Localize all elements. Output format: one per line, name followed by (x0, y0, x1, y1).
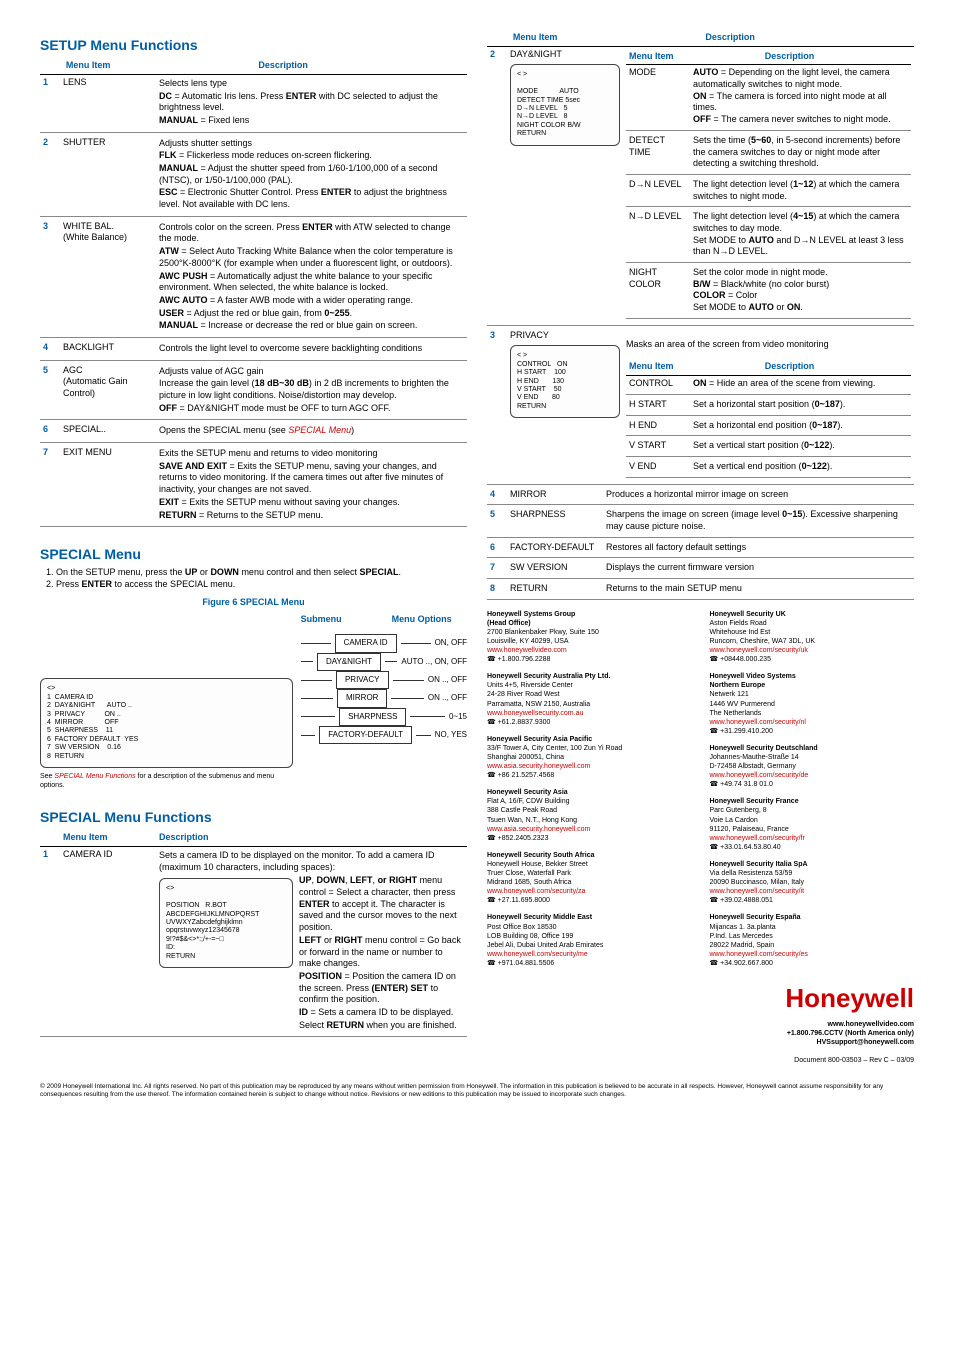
diagram-note: See SPECIAL Menu Functions for a descrip… (40, 772, 293, 790)
daynight-label: DAY&NIGHT (510, 49, 562, 59)
special-menu-diagram: <>1 CAMERA ID2 DAY&NIGHT AUTO ..3 PRIVAC… (40, 614, 467, 790)
honeywell-logo: Honeywell (487, 982, 914, 1016)
figure-caption: Figure 6 SPECIAL Menu (40, 597, 467, 609)
osd-camera-id: <>POSITION R.BOTABCDEFGHIJKLMNOPQRSTUVWX… (159, 878, 293, 968)
th-desc-r: Description (702, 30, 914, 46)
special-menu-heading: SPECIAL Menu (40, 545, 467, 563)
footer-links: www.honeywellvideo.com +1.800.796.CCTV (… (487, 1020, 914, 1065)
options-header: Menu Options (392, 614, 452, 626)
osd-daynight: < >MODE AUTODETECT TIME 5secD→N LEVEL 5N… (510, 64, 620, 145)
contacts: Honeywell Systems Group(Head Office)2700… (487, 610, 914, 976)
row-num: 1 (40, 847, 60, 1035)
setup-table: Menu ItemDescription (40, 58, 467, 75)
right-header: Menu ItemDescription (487, 30, 914, 47)
th-mi: Menu Item (60, 830, 156, 846)
step-2: Press ENTER to access the SPECIAL menu. (56, 579, 467, 591)
copyright: © 2009 Honeywell International Inc. All … (40, 1083, 914, 1099)
th-description: Description (255, 58, 467, 74)
th-menu-item: Menu Item (63, 58, 256, 74)
main-columns: SETUP Menu Functions Menu ItemDescriptio… (40, 30, 914, 1065)
th-mi-r: Menu Item (510, 30, 703, 46)
th-desc: Description (156, 830, 467, 846)
step-1: On the SETUP menu, press the UP or DOWN … (56, 567, 467, 579)
submenu-header: Submenu (301, 614, 342, 626)
osd-special: <>1 CAMERA ID2 DAY&NIGHT AUTO ..3 PRIVAC… (40, 678, 293, 768)
special-funcs-heading: SPECIAL Menu Functions (40, 808, 467, 826)
right-column: Menu ItemDescription 2 DAY&NIGHT < >MODE… (487, 30, 914, 1065)
setup-heading: SETUP Menu Functions (40, 36, 467, 54)
left-column: SETUP Menu Functions Menu ItemDescriptio… (40, 30, 467, 1065)
row-item: CAMERA ID (60, 847, 156, 1035)
specfunc-table: Menu ItemDescription 1 CAMERA ID Sets a … (40, 830, 467, 1034)
privacy-label: PRIVACY (510, 330, 549, 340)
row-desc: Sets a camera ID to be displayed on the … (156, 847, 467, 1035)
osd-privacy: < >CONTROL ONH START 100H END 130V START… (510, 345, 620, 418)
special-steps: On the SETUP menu, press the UP or DOWN … (56, 567, 467, 590)
